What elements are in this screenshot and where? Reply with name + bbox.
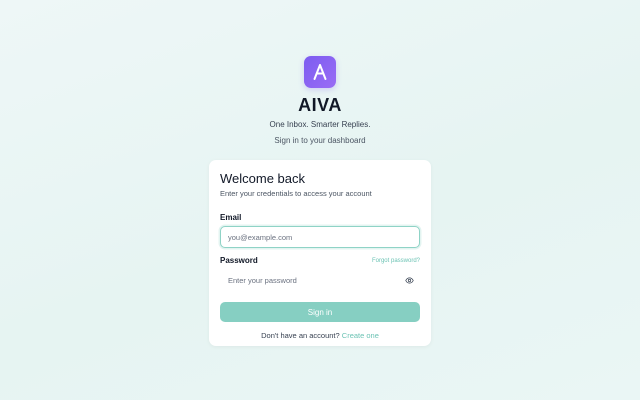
signup-prompt-text: Don't have an account? xyxy=(261,331,340,340)
signup-prompt: Don't have an account? Create one xyxy=(220,330,420,341)
brand-name: AIVA xyxy=(298,95,342,115)
eye-icon[interactable] xyxy=(404,275,414,285)
login-page: AIVA One Inbox. Smarter Replies. Sign in… xyxy=(0,0,640,400)
sign-in-button[interactable]: Sign in xyxy=(220,302,420,322)
card-subtitle: Enter your credentials to access your ac… xyxy=(220,189,372,198)
password-field[interactable] xyxy=(220,269,420,291)
email-label: Email xyxy=(220,213,242,222)
login-card: Welcome back Enter your credentials to a… xyxy=(209,160,431,346)
brand-tagline: One Inbox. Smarter Replies. xyxy=(269,120,371,129)
password-field-wrapper xyxy=(220,269,420,291)
create-account-link[interactable]: Create one xyxy=(342,331,379,340)
logo-glyph xyxy=(313,64,327,80)
page-subtitle: Sign in to your dashboard xyxy=(274,136,366,145)
email-field[interactable] xyxy=(220,226,420,248)
password-label-row: Password Forgot password? xyxy=(220,255,420,266)
letter-a-logo-icon xyxy=(304,56,336,88)
forgot-password-link[interactable]: Forgot password? xyxy=(372,256,420,266)
card-title: Welcome back xyxy=(220,171,306,186)
password-label: Password xyxy=(220,256,258,265)
